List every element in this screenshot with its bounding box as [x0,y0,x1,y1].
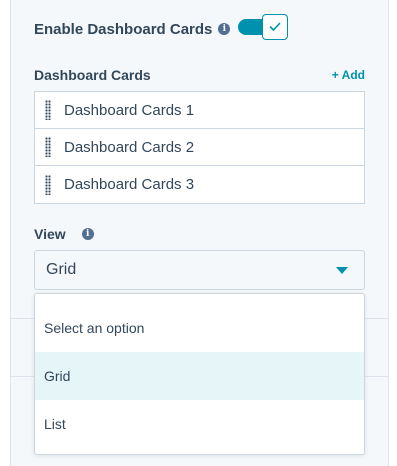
info-icon[interactable]: i [81,228,94,240]
enable-cards-label: Enable Dashboard Cards [34,20,213,38]
add-card-link[interactable]: + Add [332,68,365,82]
list-item[interactable]: Dashboard Cards 1 [35,92,364,129]
view-label-row: View i [34,226,94,242]
list-item[interactable]: Dashboard Cards 3 [35,166,364,203]
enable-cards-row: Enable Dashboard Cards i [34,14,231,44]
list-item[interactable]: Dashboard Cards 2 [35,129,364,166]
toggle-knob [262,14,288,40]
drag-handle-icon[interactable] [45,137,51,157]
dashboard-cards-title: Dashboard Cards [34,67,151,83]
dropdown-option-placeholder[interactable]: Select an option [35,304,364,352]
view-dropdown-menu: Select an option Grid List [34,293,365,455]
view-select[interactable]: Grid [34,250,365,290]
drag-handle-icon[interactable] [45,174,51,195]
card-label: Dashboard Cards 2 [64,138,195,156]
view-select-value: Grid [46,261,77,278]
dropdown-option-grid[interactable]: Grid [35,352,364,400]
view-label: View [34,226,66,242]
caret-down-icon [336,267,348,274]
enable-cards-toggle[interactable] [238,13,291,42]
dashboard-cards-list: Dashboard Cards 1 Dashboard Cards 2 Dash… [34,91,365,204]
card-label: Dashboard Cards 1 [64,101,195,119]
card-label: Dashboard Cards 3 [64,176,195,193]
dropdown-option-list[interactable]: List [35,400,364,448]
info-icon[interactable]: i [218,23,231,35]
drag-handle-icon[interactable] [45,100,51,120]
checkmark-icon [269,22,281,31]
